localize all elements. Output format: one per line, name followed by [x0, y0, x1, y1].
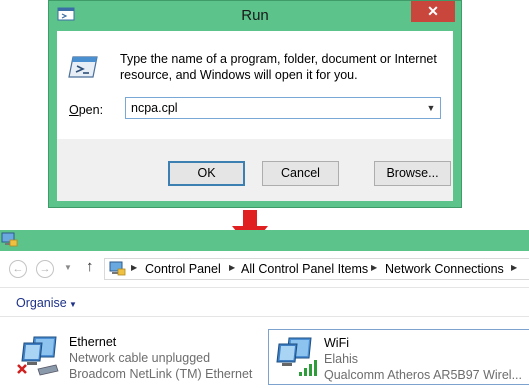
chevron-down-icon[interactable]: ▼ — [69, 300, 77, 309]
address-bar[interactable]: ▶ Control Panel ▶ All Control Panel Item… — [104, 258, 529, 280]
connection-name: Ethernet — [69, 335, 117, 349]
control-panel-icon — [109, 261, 126, 276]
connection-wifi[interactable]: WiFi Elahis Qualcomm Atheros AR5B97 Wire… — [268, 329, 529, 385]
breadcrumb-separator-icon[interactable]: ▶ — [229, 263, 235, 272]
breadcrumb-control-panel[interactable]: Control Panel — [145, 262, 221, 276]
open-input[interactable]: ncpa.cpl — [131, 101, 178, 115]
recent-locations-chevron-icon[interactable]: ▼ — [64, 263, 72, 272]
run-dialog: Run ✕ Type the name of a program, folder… — [48, 0, 462, 208]
connection-status: Elahis — [324, 352, 359, 366]
open-combobox[interactable]: ncpa.cpl ▼ — [125, 97, 441, 119]
breadcrumb-separator-icon[interactable]: ▶ — [371, 263, 377, 272]
open-label-accelerator: O — [69, 103, 79, 117]
organise-menu[interactable]: Organise — [16, 296, 67, 310]
open-label-text: pen: — [78, 103, 104, 117]
connection-device: Qualcomm Atheros AR5B97 Wirel... — [324, 368, 522, 382]
breadcrumb-all-items[interactable]: All Control Panel Items — [241, 262, 368, 276]
cancel-button[interactable]: Cancel — [262, 161, 339, 186]
forward-button[interactable]: → — [36, 260, 54, 278]
run-body: Type the name of a program, folder, docu… — [57, 31, 453, 201]
back-button[interactable]: ← — [9, 260, 27, 278]
divider — [0, 316, 529, 317]
close-button[interactable]: ✕ — [411, 1, 455, 22]
open-label: Open: — [69, 103, 103, 117]
explorer-titlebar[interactable] — [0, 230, 529, 251]
run-description: Type the name of a program, folder, docu… — [120, 52, 437, 82]
breadcrumb-separator-icon[interactable]: ▶ — [511, 263, 517, 272]
connection-name: WiFi — [324, 336, 349, 350]
breadcrumb-separator-icon[interactable]: ▶ — [131, 263, 137, 272]
ethernet-disconnected-icon — [17, 336, 59, 376]
navigation-bar: ← → ▼ ↑ ▶ Control Panel ▶ All Control Pa… — [0, 251, 529, 287]
browse-button[interactable]: Browse... — [374, 161, 451, 186]
run-titlebar[interactable]: Run ✕ — [49, 1, 461, 31]
run-title: Run — [241, 7, 269, 24]
network-connections-icon — [1, 232, 18, 247]
up-arrow-icon[interactable]: ↑ — [86, 258, 94, 275]
wifi-signal-icon — [276, 337, 317, 376]
divider — [0, 287, 529, 288]
connection-device: Broadcom NetLink (TM) Ethernet — [69, 367, 253, 381]
connection-ethernet[interactable]: Ethernet Network cable unplugged Broadco… — [10, 329, 260, 385]
ok-button[interactable]: OK — [168, 161, 245, 186]
run-program-icon — [68, 56, 98, 78]
chevron-down-icon[interactable]: ▼ — [425, 101, 437, 115]
connection-status: Network cable unplugged — [69, 351, 211, 365]
breadcrumb-network-connections[interactable]: Network Connections — [385, 262, 504, 276]
